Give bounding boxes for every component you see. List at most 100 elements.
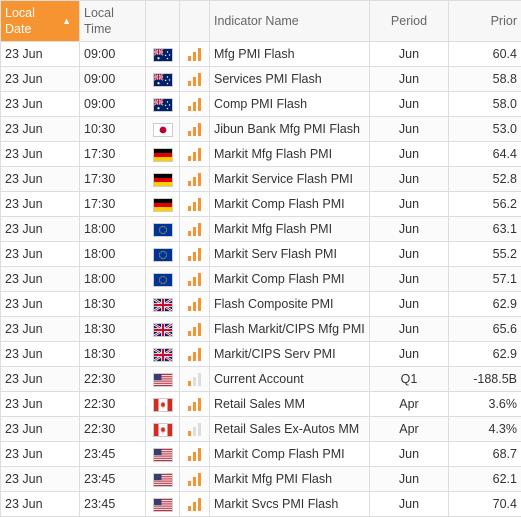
table-row[interactable]: 23 Jun17:30Markit Mfg Flash PMIJun64.4: [1, 142, 521, 167]
germany-flag-icon: [154, 149, 172, 161]
time-cell: 18:00: [80, 217, 146, 242]
importance-bar: [193, 327, 196, 336]
canada-flag-icon: [154, 399, 172, 411]
table-row[interactable]: 23 Jun17:30Markit Service Flash PMIJun52…: [1, 167, 521, 192]
importance-bar: [188, 506, 191, 511]
importance-bar: [193, 377, 196, 386]
date-cell: 23 Jun: [1, 317, 80, 342]
country-cell: [146, 467, 180, 492]
indicator-name-cell[interactable]: Markit Comp Flash PMI: [210, 267, 370, 292]
importance-bar: [188, 56, 191, 61]
column-header-indicator-name[interactable]: Indicator Name: [210, 1, 370, 42]
indicator-name-cell[interactable]: Markit Svcs PMI Flash: [210, 492, 370, 517]
prior-cell: 62.9: [449, 342, 521, 367]
table-row[interactable]: 23 Jun18:00Markit Comp Flash PMIJun57.1: [1, 267, 521, 292]
indicator-name-cell[interactable]: Markit Mfg Flash PMI: [210, 142, 370, 167]
table-row[interactable]: 23 Jun22:30Current AccountQ1-188.5B: [1, 367, 521, 392]
importance-bar: [193, 102, 196, 111]
indicator-name-cell[interactable]: Markit Mfg Flash PMI: [210, 217, 370, 242]
importance-cell: [180, 42, 210, 67]
importance-bar: [198, 148, 201, 161]
indicator-name-cell[interactable]: Markit/CIPS Serv PMI: [210, 342, 370, 367]
prior-cell: 53.0: [449, 117, 521, 142]
column-header-prior[interactable]: Prior: [449, 1, 521, 42]
table-row[interactable]: 23 Jun23:45Markit Mfg PMI FlashJun62.1: [1, 467, 521, 492]
importance-bars-icon: [188, 373, 201, 386]
importance-bar: [188, 281, 191, 286]
time-cell: 09:00: [80, 92, 146, 117]
indicator-name-cell[interactable]: Markit Service Flash PMI: [210, 167, 370, 192]
importance-bars-icon: [188, 473, 201, 486]
country-cell: [146, 317, 180, 342]
importance-bar: [188, 131, 191, 136]
prior-cell: 56.2: [449, 192, 521, 217]
period-cell: Jun: [370, 142, 449, 167]
prior-cell: 3.6%: [449, 392, 521, 417]
importance-cell: [180, 292, 210, 317]
table-row[interactable]: 23 Jun18:00Markit Mfg Flash PMIJun63.1: [1, 217, 521, 242]
indicator-name-cell[interactable]: Services PMI Flash: [210, 67, 370, 92]
indicator-name-cell[interactable]: Mfg PMI Flash: [210, 42, 370, 67]
column-header-local-date[interactable]: Local Date ▲: [1, 1, 80, 42]
prior-cell: 60.4: [449, 42, 521, 67]
table-row[interactable]: 23 Jun23:45Markit Svcs PMI FlashJun70.4: [1, 492, 521, 517]
table-row[interactable]: 23 Jun22:30Retail Sales MMApr3.6%: [1, 392, 521, 417]
period-cell: Jun: [370, 292, 449, 317]
indicator-name-cell[interactable]: Markit Serv Flash PMI: [210, 242, 370, 267]
table-row[interactable]: 23 Jun18:30Flash Composite PMIJun62.9: [1, 292, 521, 317]
prior-cell: -188.5B: [449, 367, 521, 392]
importance-bars-icon: [188, 123, 201, 136]
indicator-name-cell[interactable]: Comp PMI Flash: [210, 92, 370, 117]
time-cell: 18:00: [80, 267, 146, 292]
importance-bars-icon: [188, 398, 201, 411]
table-row[interactable]: 23 Jun17:30Markit Comp Flash PMIJun56.2: [1, 192, 521, 217]
period-cell: Apr: [370, 417, 449, 442]
time-cell: 17:30: [80, 142, 146, 167]
column-header-label: Local Date: [5, 5, 41, 37]
indicator-name-cell[interactable]: Jibun Bank Mfg PMI Flash: [210, 117, 370, 142]
importance-bar: [193, 127, 196, 136]
column-header-period[interactable]: Period: [370, 1, 449, 42]
time-cell: 18:00: [80, 242, 146, 267]
table-row[interactable]: 23 Jun09:00Mfg PMI FlashJun60.4: [1, 42, 521, 67]
table-row[interactable]: 23 Jun18:00Markit Serv Flash PMIJun55.2: [1, 242, 521, 267]
time-cell: 10:30: [80, 117, 146, 142]
table-row[interactable]: 23 Jun09:00Comp PMI FlashJun58.0: [1, 92, 521, 117]
importance-bar: [188, 481, 191, 486]
importance-cell: [180, 167, 210, 192]
importance-bars-icon: [188, 323, 201, 336]
table-row[interactable]: 23 Jun23:45Markit Comp Flash PMIJun68.7: [1, 442, 521, 467]
indicator-name-cell[interactable]: Retail Sales Ex-Autos MM: [210, 417, 370, 442]
importance-bar: [188, 206, 191, 211]
table-row[interactable]: 23 Jun18:30Markit/CIPS Serv PMIJun62.9: [1, 342, 521, 367]
indicator-name-cell[interactable]: Flash Markit/CIPS Mfg PMI: [210, 317, 370, 342]
country-cell: [146, 167, 180, 192]
indicator-name-cell[interactable]: Flash Composite PMI: [210, 292, 370, 317]
prior-cell: 4.3%: [449, 417, 521, 442]
indicator-name-cell[interactable]: Retail Sales MM: [210, 392, 370, 417]
importance-bars-icon: [188, 98, 201, 111]
table-row[interactable]: 23 Jun09:00Services PMI FlashJun58.8: [1, 67, 521, 92]
table-row[interactable]: 23 Jun10:30Jibun Bank Mfg PMI FlashJun53…: [1, 117, 521, 142]
importance-bar: [188, 231, 191, 236]
importance-bar: [193, 202, 196, 211]
indicator-name-cell[interactable]: Current Account: [210, 367, 370, 392]
country-cell: [146, 117, 180, 142]
country-cell: [146, 392, 180, 417]
importance-bar: [188, 81, 191, 86]
importance-bar: [193, 302, 196, 311]
country-cell: [146, 42, 180, 67]
importance-bars-icon: [188, 273, 201, 286]
country-cell: [146, 267, 180, 292]
importance-bars-icon: [188, 423, 201, 436]
table-row[interactable]: 23 Jun18:30Flash Markit/CIPS Mfg PMIJun6…: [1, 317, 521, 342]
prior-cell: 68.7: [449, 442, 521, 467]
indicator-name-cell[interactable]: Markit Comp Flash PMI: [210, 442, 370, 467]
importance-bar: [188, 456, 191, 461]
indicator-name-cell[interactable]: Markit Mfg PMI Flash: [210, 467, 370, 492]
column-header-local-time[interactable]: Local Time: [80, 1, 146, 42]
country-cell: [146, 142, 180, 167]
table-row[interactable]: 23 Jun22:30Retail Sales Ex-Autos MMApr4.…: [1, 417, 521, 442]
indicator-name-cell[interactable]: Markit Comp Flash PMI: [210, 192, 370, 217]
importance-bar: [198, 48, 201, 61]
